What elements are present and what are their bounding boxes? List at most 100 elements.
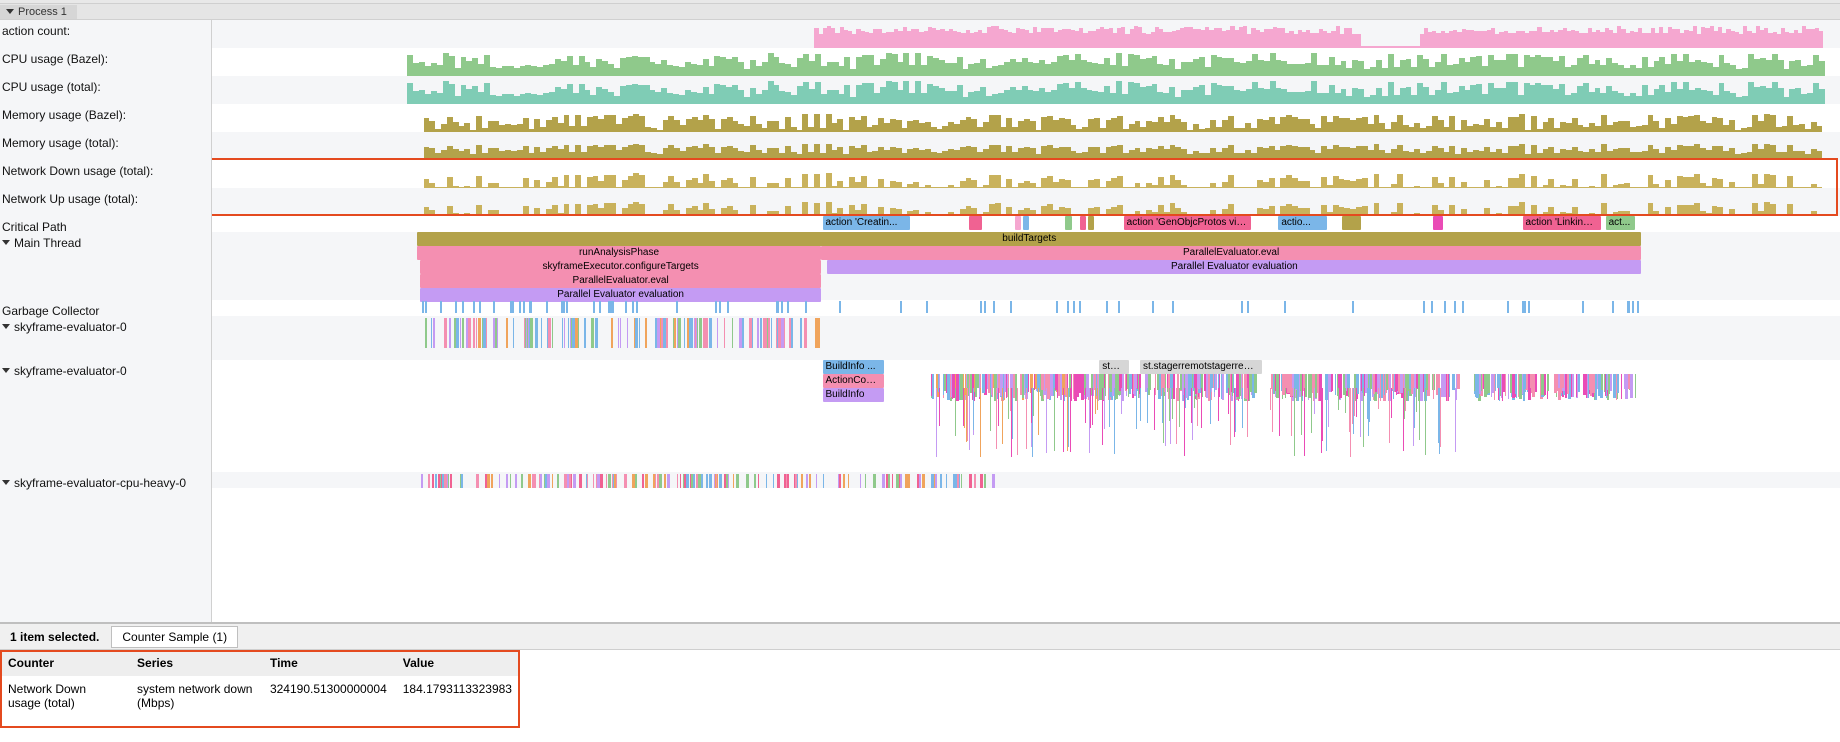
table-row[interactable]: Network Down usage (total)system network…	[0, 676, 520, 716]
track-mem_total[interactable]	[212, 132, 1840, 160]
counter-chart[interactable]	[407, 76, 1823, 104]
gc-tick[interactable]	[1507, 301, 1509, 313]
gc-tick[interactable]	[1524, 301, 1526, 313]
flame-block[interactable]: actio...	[1278, 216, 1327, 230]
flame-block[interactable]	[1065, 216, 1072, 230]
track-row-main_thread[interactable]: Main Thread	[0, 232, 211, 300]
gc-tick[interactable]	[493, 301, 495, 313]
chevron-down-icon[interactable]	[2, 368, 10, 373]
flame-block[interactable]: BuildInfo ...	[823, 360, 885, 374]
gc-tick[interactable]	[1067, 301, 1069, 313]
gc-tick[interactable]	[1352, 301, 1354, 313]
gc-tick[interactable]	[1079, 301, 1081, 313]
gc-tick[interactable]	[1431, 301, 1433, 313]
chevron-down-icon[interactable]	[2, 240, 10, 245]
counter-chart[interactable]	[424, 132, 1824, 160]
flame-block[interactable]	[1342, 216, 1362, 230]
gc-tick[interactable]	[612, 301, 614, 313]
gc-tick[interactable]	[608, 301, 610, 313]
gc-tick[interactable]	[1637, 301, 1639, 313]
gc-tick[interactable]	[1010, 301, 1012, 313]
gc-tick[interactable]	[805, 301, 807, 313]
gc-tick[interactable]	[1172, 301, 1174, 313]
gc-tick[interactable]	[1073, 301, 1075, 313]
track-gc[interactable]	[212, 300, 1840, 316]
track-net_up[interactable]	[212, 188, 1840, 216]
gc-tick[interactable]	[422, 301, 424, 313]
table-header[interactable]: Time	[262, 650, 395, 676]
gc-tick[interactable]	[1056, 301, 1058, 313]
gc-tick[interactable]	[719, 301, 721, 313]
track-row-cpu_bazel[interactable]: CPU usage (Bazel):	[0, 48, 211, 76]
gc-tick[interactable]	[1444, 301, 1446, 313]
track-critical_path[interactable]: action 'Creatin...action 'GenObjcProtos …	[212, 216, 1840, 232]
gc-tick[interactable]	[510, 301, 512, 313]
gc-tick[interactable]	[1247, 301, 1249, 313]
chevron-down-icon[interactable]	[2, 480, 10, 485]
flame-block[interactable]: runAnalysisPhase	[417, 246, 821, 260]
track-sky_cpu_heavy[interactable]	[212, 472, 1840, 488]
gc-tick[interactable]	[1423, 301, 1425, 313]
gc-tick[interactable]	[926, 301, 928, 313]
gc-tick[interactable]	[980, 301, 982, 313]
gc-tick[interactable]	[599, 301, 601, 313]
gc-tick[interactable]	[1582, 301, 1584, 313]
gc-tick[interactable]	[610, 301, 612, 313]
track-row-cpu_total[interactable]: CPU usage (total):	[0, 76, 211, 104]
track-cpu_total[interactable]	[212, 76, 1840, 104]
flame-block[interactable]	[1433, 216, 1443, 230]
flame-block[interactable]: ParallelEvaluator.eval	[420, 274, 820, 288]
gc-tick[interactable]	[440, 301, 442, 313]
track-row-action_count[interactable]: action count:	[0, 20, 211, 48]
track-sky0b[interactable]: BuildInfo ...ActionConti...BuildInfostag…	[212, 360, 1840, 472]
stripe-cluster[interactable]	[424, 318, 821, 348]
gc-tick[interactable]	[993, 301, 995, 313]
gc-tick[interactable]	[1528, 301, 1530, 313]
gc-tick[interactable]	[563, 301, 565, 313]
gc-tick[interactable]	[1632, 301, 1634, 313]
gc-tick[interactable]	[519, 301, 521, 313]
table-header[interactable]: Value	[395, 650, 520, 676]
flame-block[interactable]	[1023, 216, 1030, 230]
gc-tick[interactable]	[1462, 301, 1464, 313]
gc-tick[interactable]	[632, 301, 634, 313]
gc-tick[interactable]	[566, 301, 568, 313]
flame-block[interactable]	[1080, 216, 1087, 230]
flame-block[interactable]: skyframeExecutor.configureTargets	[420, 260, 820, 274]
flame-block[interactable]: BuildInfo	[823, 388, 885, 402]
gc-tick[interactable]	[1152, 301, 1154, 313]
process-toggle[interactable]: Process 1	[0, 5, 77, 19]
gc-tick[interactable]	[1284, 301, 1286, 313]
gc-tick[interactable]	[593, 301, 595, 313]
gc-tick[interactable]	[676, 301, 678, 313]
track-action_count[interactable]	[212, 20, 1840, 48]
table-header[interactable]: Counter	[0, 650, 129, 676]
flame-block[interactable]: act...	[1606, 216, 1635, 230]
track-row-net_down[interactable]: Network Down usage (total):	[0, 160, 211, 188]
gc-tick[interactable]	[425, 301, 427, 313]
flame-block[interactable]: stagstag...	[1099, 360, 1128, 374]
gc-tick[interactable]	[529, 301, 531, 313]
flame-block[interactable]: buildTargets	[417, 232, 1641, 246]
gc-tick[interactable]	[1612, 301, 1614, 313]
track-row-net_up[interactable]: Network Up usage (total):	[0, 188, 211, 216]
gc-tick[interactable]	[1106, 301, 1108, 313]
flame-block[interactable]: action 'Linking go...	[1523, 216, 1601, 230]
gc-tick[interactable]	[1454, 301, 1456, 313]
counter-chart[interactable]	[814, 20, 1823, 48]
gc-tick[interactable]	[984, 301, 986, 313]
table-header[interactable]: Series	[129, 650, 262, 676]
track-row-critical_path[interactable]: Critical Path	[0, 216, 211, 232]
track-row-gc[interactable]: Garbage Collector	[0, 300, 211, 316]
gc-tick[interactable]	[636, 301, 638, 313]
stripe-cluster[interactable]	[420, 474, 993, 488]
gc-tick[interactable]	[473, 301, 475, 313]
gc-tick[interactable]	[546, 301, 548, 313]
track-cpu_bazel[interactable]	[212, 48, 1840, 76]
gc-tick[interactable]	[479, 301, 481, 313]
gc-tick[interactable]	[781, 301, 783, 313]
gc-tick[interactable]	[455, 301, 457, 313]
gc-tick[interactable]	[727, 301, 729, 313]
gc-tick[interactable]	[787, 301, 789, 313]
flame-block[interactable]	[1015, 216, 1022, 230]
